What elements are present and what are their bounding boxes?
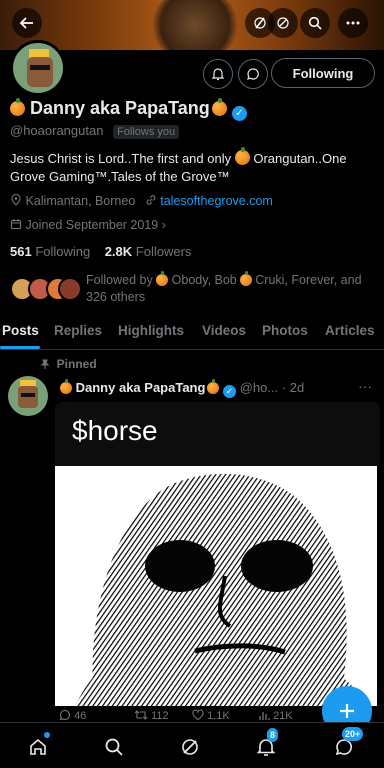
chevron-right-icon[interactable]: › (162, 218, 166, 232)
orange-emoji-icon (10, 98, 25, 116)
arrow-left-icon (19, 17, 33, 29)
post-image-drawing (75, 473, 365, 706)
avatar-face (27, 57, 53, 87)
messages-badge: 20+ (342, 727, 364, 741)
post-author-avatar[interactable] (8, 376, 48, 416)
handle-row: @hoaorangutan Follows you (10, 123, 180, 139)
slash-circle-icon (277, 17, 289, 29)
bottom-nav: 8 20+ (0, 722, 384, 768)
nav-messages[interactable]: 20+ (330, 727, 364, 761)
tab-articles[interactable]: Articles (325, 323, 375, 338)
calendar-icon (10, 219, 22, 230)
grok-alt-button[interactable] (268, 8, 298, 38)
back-button[interactable] (12, 8, 42, 38)
orange-emoji-icon (234, 147, 250, 165)
search-button[interactable] (300, 8, 330, 38)
grok-slash-icon (254, 17, 266, 29)
profile-joined-row: Joined September 2019 › (10, 218, 166, 232)
orange-emoji-icon (239, 271, 252, 286)
nav-notifications[interactable]: 8 (252, 728, 280, 761)
reply-icon (59, 709, 70, 721)
profile-website-link[interactable]: talesofthegrove.com (160, 194, 273, 208)
profile-location: Kalimantan, Borneo (25, 194, 136, 208)
post-caption: $horse (72, 415, 158, 446)
followers-count-link[interactable]: 2.8K Followers (105, 244, 192, 259)
bar-chart-icon (259, 712, 270, 720)
notifications-badge: 8 (267, 728, 279, 742)
tab-replies[interactable]: Replies (54, 323, 102, 338)
search-icon (308, 16, 322, 30)
post-time[interactable]: · 2d (282, 380, 304, 395)
banner-figure (150, 0, 240, 50)
tab-posts[interactable]: Posts (2, 323, 39, 338)
tab-photos[interactable]: Photos (262, 323, 308, 338)
profile-name-text: Danny aka PapaTang (30, 98, 210, 118)
follows-you-badge: Follows you (113, 125, 180, 139)
search-icon (105, 738, 123, 756)
location-pin-icon (11, 193, 21, 206)
profile-meta-row: Kalimantan, Borneo talesofthegrove.com (10, 193, 273, 208)
link-icon (146, 195, 156, 205)
post-more-icon[interactable]: ··· (358, 378, 372, 394)
follower-avatar[interactable] (58, 277, 82, 301)
profile-avatar[interactable] (10, 40, 66, 96)
profile-handle: @hoaorangutan (10, 123, 104, 138)
message-button[interactable] (238, 59, 268, 89)
profile-tabs: Posts Replies Highlights Videos Photos A… (0, 320, 384, 350)
nav-search[interactable] (100, 733, 128, 761)
plus-icon (340, 704, 354, 718)
views-action[interactable]: 21K (258, 709, 293, 722)
profile-name: Danny aka PapaTang ✓ (10, 98, 247, 121)
bio-text-1: Jesus Christ is Lord..The first and only (10, 151, 232, 166)
chat-bubble-icon (247, 68, 259, 80)
active-tab-indicator (0, 346, 40, 349)
like-action[interactable]: 1.1K (192, 709, 230, 722)
repost-icon (134, 710, 148, 720)
orange-emoji-icon (207, 379, 220, 394)
reply-action[interactable]: 46 (59, 709, 86, 722)
slash-circle-icon (182, 739, 198, 755)
following-button[interactable]: Following (271, 58, 375, 88)
verified-badge-icon[interactable]: ✓ (231, 106, 247, 121)
following-count-link[interactable]: 561 Following (10, 244, 90, 259)
post-image[interactable] (55, 466, 377, 706)
post-author-name[interactable]: Danny aka PapaTang (76, 380, 206, 395)
nav-home[interactable] (24, 732, 52, 761)
followed-by-text[interactable]: Followed by Obody, Bob Cruki, Forever, a… (86, 271, 376, 306)
more-button[interactable] (338, 8, 368, 38)
profile-joined: Joined September 2019 (25, 218, 159, 232)
pinned-label: Pinned (40, 357, 97, 371)
post-author-handle[interactable]: @ho... (240, 380, 279, 395)
pin-icon (40, 359, 50, 369)
verified-badge-icon: ✓ (223, 385, 237, 398)
profile-bio: Jesus Christ is Lord..The first and only… (10, 147, 380, 186)
post-header: Danny aka PapaTang ✓ @ho... · 2d (60, 379, 304, 398)
repost-action[interactable]: 112 (134, 709, 169, 722)
more-icon (346, 21, 360, 25)
follow-counts: 561 Following 2.8K Followers (10, 244, 191, 259)
tab-highlights[interactable]: Highlights (118, 323, 184, 338)
orange-emoji-icon (211, 98, 227, 116)
avatar-glasses (30, 65, 50, 70)
bell-plus-icon (211, 68, 225, 81)
heart-icon (192, 709, 204, 721)
nav-grok[interactable] (176, 733, 204, 761)
notify-button[interactable] (203, 59, 233, 89)
home-icon (30, 738, 46, 755)
orange-emoji-icon (156, 271, 169, 286)
tab-videos[interactable]: Videos (202, 323, 246, 338)
orange-emoji-icon (60, 379, 72, 394)
home-dot (44, 732, 50, 738)
